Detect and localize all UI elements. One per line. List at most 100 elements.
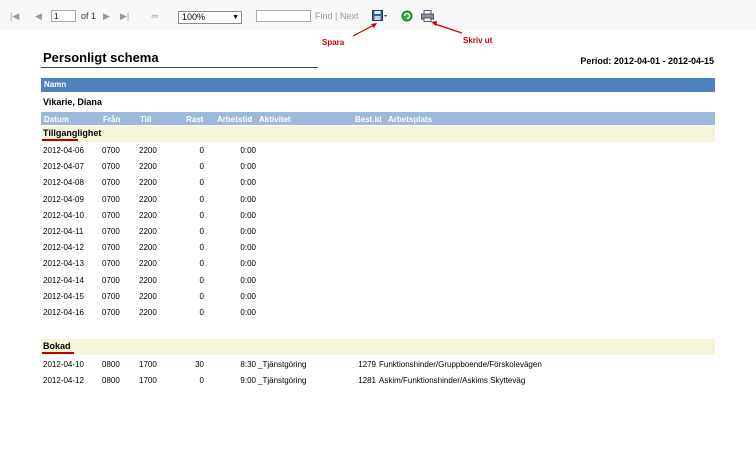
employee-name: Vikarie, Diana <box>43 97 102 107</box>
cell-rast: 0 <box>199 291 204 301</box>
table-row: 2012-04-10 0700 2200 0 0:00 <box>0 208 756 224</box>
table-row: 2012-04-12 0700 2200 0 0:00 <box>0 240 756 256</box>
cell-rast: 0 <box>199 210 204 220</box>
cell-till: 2200 <box>139 308 157 317</box>
cell-till: 2200 <box>139 162 157 172</box>
cell-till: 1700 <box>139 376 157 386</box>
section-header-tillganglighet: Tillganglighet <box>41 126 715 142</box>
cell-bestid: 1279 <box>358 360 376 369</box>
cell-fran: 0800 <box>102 376 120 386</box>
section-header-bokad: Bokad <box>41 339 715 355</box>
cell-arbetstid: 0:00 <box>240 162 256 172</box>
table-row: 2012-04-11 0700 2200 0 0:00 <box>0 224 756 240</box>
cell-arbetsplats: Funktionshinder/Gruppboende/Förskoleväge… <box>379 360 542 369</box>
section-title: Bokad <box>43 341 71 351</box>
cell-till: 1700 <box>139 360 157 369</box>
cell-arbetsplats: Askim/Funktionshinder/Askims Skytteväg <box>379 376 526 386</box>
table-row: 2012-04-15 0700 2200 0 0:00 <box>0 289 756 305</box>
cell-datum: 2012-04-13 <box>43 259 84 269</box>
cell-datum: 2012-04-06 <box>43 146 84 155</box>
header-datum: Datum <box>44 115 69 124</box>
cell-datum: 2012-04-08 <box>43 178 84 188</box>
cell-bestid: 1281 <box>358 376 376 386</box>
cell-fran: 0700 <box>102 275 120 285</box>
cell-datum: 2012-04-11 <box>43 227 84 236</box>
section-underline <box>42 139 78 141</box>
cell-fran: 0700 <box>102 194 120 204</box>
section-underline <box>42 352 74 354</box>
table-row: 2012-04-10 0800 1700 30 8:30 _Tjänstgöring 127… <box>0 357 756 373</box>
cell-till: 2200 <box>139 194 157 204</box>
table-row: 2012-04-12 0800 1700 0 9:00 _Tjänstgöring 1281… <box>0 373 756 389</box>
annotation-arrows <box>352 21 463 37</box>
cell-till: 2200 <box>139 291 157 301</box>
table-row: 2012-04-14 0700 2200 0 0:00 <box>0 273 756 289</box>
cell-datum: 2012-04-10 <box>43 360 84 369</box>
cell-rast: 0 <box>199 259 204 269</box>
cell-fran: 0700 <box>102 291 120 301</box>
cell-rast: 0 <box>199 194 204 204</box>
cell-rast: 30 <box>195 360 204 369</box>
cell-till: 2200 <box>139 146 157 155</box>
cell-datum: 2012-04-07 <box>43 162 84 172</box>
period-label: Period: 2012-04-01 - 2012-04-15 <box>580 56 714 66</box>
table-row: 2012-04-13 0700 2200 0 0:00 <box>0 256 756 272</box>
header-fran: Från <box>103 115 121 124</box>
cell-datum: 2012-04-16 <box>43 308 84 317</box>
cell-fran: 0700 <box>102 162 120 172</box>
cell-arbetstid: 0:00 <box>240 178 256 188</box>
cell-till: 2200 <box>139 227 157 236</box>
table-row: 2012-04-09 0700 2200 0 0:00 <box>0 192 756 208</box>
cell-till: 2200 <box>139 178 157 188</box>
cell-fran: 0700 <box>102 210 120 220</box>
cell-rast: 0 <box>199 376 204 386</box>
name-header-band: Namn <box>41 78 715 92</box>
cell-arbetstid: 0:00 <box>240 243 256 253</box>
table-row: 2012-04-08 0700 2200 0 0:00 <box>0 175 756 191</box>
table-row: 2012-04-06 0700 2200 0 0:00 <box>0 143 756 159</box>
section-title: Tillganglighet <box>43 128 102 138</box>
header-arbetstid: Arbetstid <box>217 115 253 124</box>
cell-rast: 0 <box>199 162 204 172</box>
cell-arbetstid: 8:30 <box>240 360 256 369</box>
table-row: 2012-04-16 0700 2200 0 0:00 <box>0 305 756 321</box>
cell-arbetstid: 0:00 <box>240 291 256 301</box>
cell-datum: 2012-04-15 <box>43 291 84 301</box>
cell-arbetstid: 0:00 <box>240 275 256 285</box>
cell-fran: 0700 <box>102 243 120 253</box>
page-title: Personligt schema <box>43 50 159 65</box>
cell-datum: 2012-04-12 <box>43 376 84 386</box>
cell-arbetstid: 0:00 <box>240 194 256 204</box>
cell-arbetstid: 9:00 <box>240 376 256 386</box>
cell-arbetstid: 0:00 <box>240 227 256 236</box>
table-row: 2012-04-07 0700 2200 0 0:00 <box>0 159 756 175</box>
header-aktivitet: Aktivitet <box>259 115 291 124</box>
cell-fran: 0800 <box>102 360 120 369</box>
cell-fran: 0700 <box>102 146 120 155</box>
cell-fran: 0700 <box>102 227 120 236</box>
cell-datum: 2012-04-10 <box>43 210 84 220</box>
cell-till: 2200 <box>139 210 157 220</box>
header-arbetsplats: Arbetsplats <box>388 115 433 124</box>
cell-till: 2200 <box>139 259 157 269</box>
cell-arbetstid: 0:00 <box>240 308 256 317</box>
cell-fran: 0700 <box>102 259 120 269</box>
cell-aktivitet: _Tjänstgöring <box>258 360 307 369</box>
cell-datum: 2012-04-09 <box>43 194 84 204</box>
cell-datum: 2012-04-12 <box>43 243 84 253</box>
cell-rast: 0 <box>199 275 204 285</box>
cell-rast: 0 <box>199 308 204 317</box>
cell-fran: 0700 <box>102 178 120 188</box>
name-column-header: Namn <box>44 80 67 89</box>
title-divider <box>41 67 318 68</box>
cell-fran: 0700 <box>102 308 120 317</box>
header-bestid: Best.id <box>355 115 382 124</box>
cell-till: 2200 <box>139 275 157 285</box>
cell-rast: 0 <box>199 146 204 155</box>
cell-arbetstid: 0:00 <box>240 259 256 269</box>
cell-arbetstid: 0:00 <box>240 146 256 155</box>
cell-rast: 0 <box>199 227 204 236</box>
cell-arbetstid: 0:00 <box>240 210 256 220</box>
cell-rast: 0 <box>199 243 204 253</box>
cell-till: 2200 <box>139 243 157 253</box>
